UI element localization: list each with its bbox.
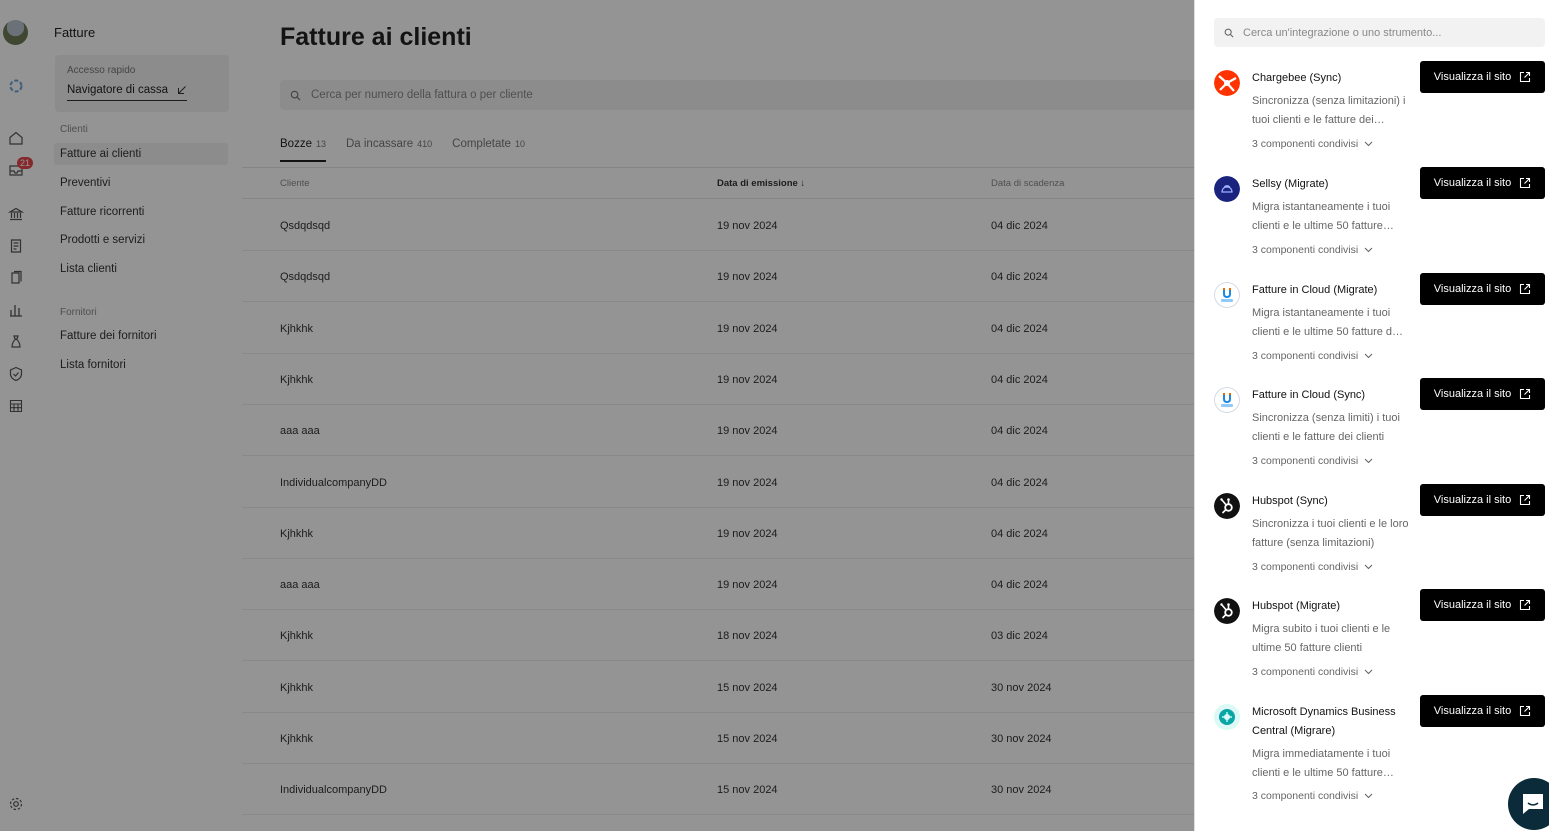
chevron-down-icon xyxy=(1364,141,1373,147)
integration-name: Fatture in Cloud (Migrate) xyxy=(1252,284,1378,296)
visit-site-label: Visualizza il sito xyxy=(1433,494,1512,506)
microsoft-dynamics-logo xyxy=(1214,704,1240,730)
visit-site-button[interactable]: Visualizza il sito xyxy=(1420,484,1545,516)
external-link-icon xyxy=(1520,494,1531,506)
integration-search-placeholder: Cerca un'integrazione o uno strumento... xyxy=(1243,26,1442,39)
shared-components-toggle[interactable]: 3 componenti condivisi xyxy=(1252,666,1373,678)
shared-components-label: 3 componenti condivisi xyxy=(1252,455,1359,467)
integration-description: Sincronizza (senza limiti) i tuoi client… xyxy=(1252,412,1400,443)
integration-name: Sellsy (Migrate) xyxy=(1252,178,1329,190)
search-icon xyxy=(1224,28,1234,38)
visit-site-label: Visualizza il sito xyxy=(1433,177,1512,189)
visit-site-button[interactable]: Visualizza il sito xyxy=(1420,61,1545,93)
shared-components-toggle[interactable]: 3 componenti condivisi xyxy=(1252,790,1373,802)
integration-description: Migra istantaneamente i tuoi clienti e l… xyxy=(1252,201,1394,232)
shared-components-label: 3 componenti condivisi xyxy=(1252,350,1359,362)
external-link-icon xyxy=(1520,705,1531,717)
hubspot-logo xyxy=(1214,493,1240,519)
integration-name: Fatture in Cloud (Sync) xyxy=(1252,389,1366,401)
fatture-in-cloud-logo xyxy=(1214,282,1240,308)
integration-description: Migra istantaneamente i tuoi clienti e l… xyxy=(1252,307,1404,338)
integration-description: Sincronizza i tuoi clienti e le loro fat… xyxy=(1252,518,1409,549)
shared-components-toggle[interactable]: 3 componenti condivisi xyxy=(1252,244,1373,256)
external-link-icon xyxy=(1520,388,1531,400)
integration-name: Hubspot (Sync) xyxy=(1252,495,1328,507)
shared-components-toggle[interactable]: 3 componenti condivisi xyxy=(1252,138,1373,150)
chevron-down-icon xyxy=(1364,669,1373,675)
visit-site-button[interactable]: Visualizza il sito xyxy=(1420,167,1545,199)
sellsy-logo xyxy=(1214,176,1240,202)
visit-site-button[interactable]: Visualizza il sito xyxy=(1420,378,1545,410)
chargebee-logo xyxy=(1214,70,1240,96)
external-link-icon xyxy=(1520,71,1531,83)
modal-backdrop[interactable] xyxy=(0,0,1194,831)
chat-icon xyxy=(1523,794,1543,814)
integration-description: Migra immediatamente i tuoi clienti e le… xyxy=(1252,748,1394,779)
visit-site-button[interactable]: Visualizza il sito xyxy=(1420,695,1545,727)
visit-site-button[interactable]: Visualizza il sito xyxy=(1420,589,1545,621)
visit-site-label: Visualizza il sito xyxy=(1433,705,1512,717)
chevron-down-icon xyxy=(1364,458,1373,464)
shared-components-toggle[interactable]: 3 componenti condivisi xyxy=(1252,561,1373,573)
chevron-down-icon xyxy=(1364,247,1373,253)
shared-components-toggle[interactable]: 3 componenti condivisi xyxy=(1252,455,1373,467)
external-link-icon xyxy=(1520,599,1531,611)
visit-site-button[interactable]: Visualizza il sito xyxy=(1420,273,1545,305)
integration-name: Chargebee (Sync) xyxy=(1252,72,1342,84)
visit-site-label: Visualizza il sito xyxy=(1433,388,1512,400)
integration-search-input[interactable]: Cerca un'integrazione o uno strumento... xyxy=(1214,18,1545,47)
external-link-icon xyxy=(1520,283,1531,295)
integration-name: Microsoft Dynamics Business Central (Mig… xyxy=(1252,706,1396,737)
visit-site-label: Visualizza il sito xyxy=(1433,599,1512,611)
shared-components-label: 3 componenti condivisi xyxy=(1252,561,1359,573)
fatture-in-cloud-logo xyxy=(1214,387,1240,413)
chevron-down-icon xyxy=(1364,353,1373,359)
shared-components-label: 3 componenti condivisi xyxy=(1252,790,1359,802)
integration-description: Migra subito i tuoi clienti e le ultime … xyxy=(1252,623,1391,654)
shared-components-label: 3 componenti condivisi xyxy=(1252,244,1359,256)
integration-description: Sincronizza (senza limitazioni) i tuoi c… xyxy=(1252,95,1406,126)
external-link-icon xyxy=(1520,177,1531,189)
hubspot-logo xyxy=(1214,598,1240,624)
integration-name: Hubspot (Migrate) xyxy=(1252,600,1341,612)
shared-components-toggle[interactable]: 3 componenti condivisi xyxy=(1252,350,1373,362)
chevron-down-icon xyxy=(1364,564,1373,570)
integrations-drawer: Cerca un'integrazione o uno strumento...… xyxy=(1194,0,1549,831)
chevron-down-icon xyxy=(1364,793,1373,799)
shared-components-label: 3 componenti condivisi xyxy=(1252,666,1359,678)
shared-components-label: 3 componenti condivisi xyxy=(1252,138,1359,150)
visit-site-label: Visualizza il sito xyxy=(1433,71,1512,83)
visit-site-label: Visualizza il sito xyxy=(1433,283,1512,295)
